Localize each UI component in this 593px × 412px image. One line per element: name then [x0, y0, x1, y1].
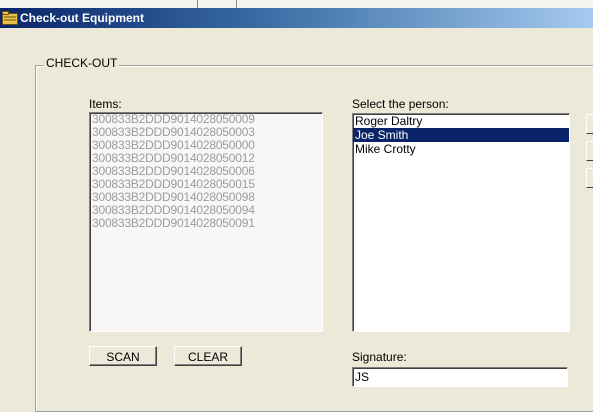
scan-button[interactable]: SCAN: [89, 346, 157, 366]
person-row[interactable]: Joe Smith: [353, 128, 569, 142]
item-row[interactable]: 300833B2DDD9014028050091: [90, 217, 322, 230]
window-title-bar[interactable]: Check-out Equipment: [0, 8, 593, 28]
side-button[interactable]: [586, 114, 593, 134]
person-row[interactable]: Mike Crotty: [353, 142, 569, 156]
select-person-label: Select the person:: [352, 97, 449, 111]
clear-button[interactable]: CLEAR: [174, 346, 242, 366]
checkout-group-legend: CHECK-OUT: [44, 56, 120, 70]
side-button[interactable]: [586, 141, 593, 161]
items-label: Items:: [89, 97, 122, 111]
signature-label: Signature:: [352, 350, 407, 364]
tab-divider: [236, 0, 237, 8]
person-row[interactable]: Roger Daltry: [353, 114, 569, 128]
tab-divider: [197, 0, 198, 8]
folder-icon: [2, 11, 18, 25]
person-listbox[interactable]: Roger Daltry Joe Smith Mike Crotty: [352, 113, 570, 332]
window-title: Check-out Equipment: [20, 11, 145, 25]
items-listbox[interactable]: 300833B2DDD9014028050009 300833B2DDD90140…: [89, 112, 323, 332]
side-button[interactable]: [586, 168, 593, 188]
signature-input[interactable]: [352, 367, 568, 387]
top-strip: [0, 0, 593, 8]
